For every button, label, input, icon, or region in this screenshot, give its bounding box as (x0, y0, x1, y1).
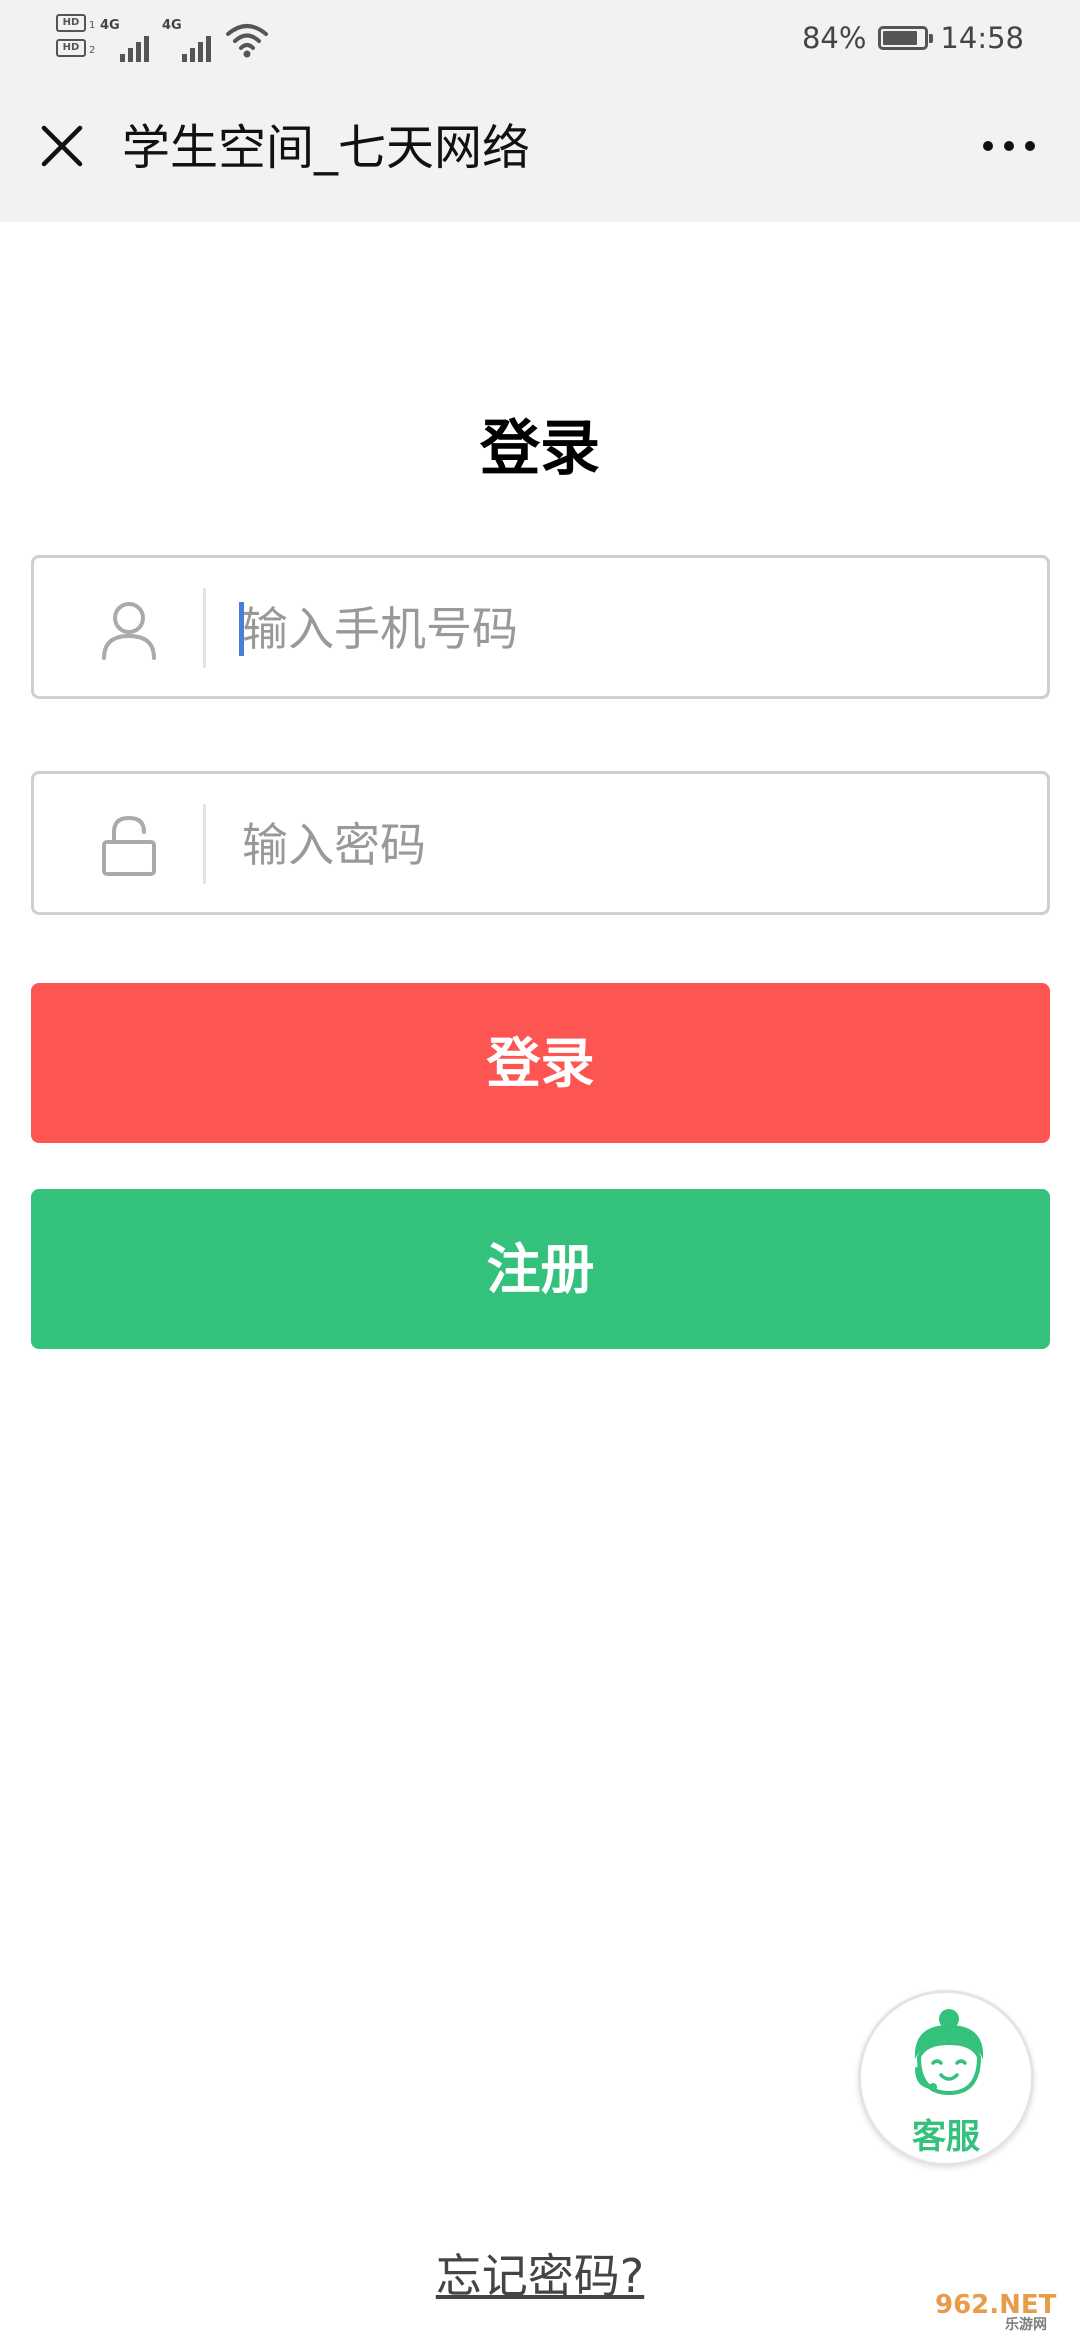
register-button[interactable]: 注册 (31, 1189, 1050, 1349)
login-heading: 登录 (480, 414, 600, 484)
field-divider (203, 588, 206, 668)
lock-icon (102, 815, 156, 876)
hd-badge-1: HD (56, 14, 86, 32)
customer-service-label: 客服 (912, 2117, 980, 2157)
phone-input[interactable] (240, 588, 1024, 670)
text-caret (239, 602, 244, 656)
hd-badge-2: HD (56, 39, 86, 57)
wifi-icon (226, 24, 268, 58)
hd-sub-2: 2 (89, 45, 96, 56)
battery-percent: 84% (801, 21, 867, 55)
clock: 14:58 (940, 21, 1024, 55)
user-icon (102, 602, 156, 660)
customer-service-button[interactable]: 客服 (858, 1990, 1034, 2166)
login-button[interactable]: 登录 (31, 983, 1050, 1143)
password-field[interactable] (31, 771, 1050, 915)
battery-fill (883, 31, 918, 45)
password-input[interactable] (240, 804, 1024, 886)
site-watermark: 962.NET 乐游网 (935, 2290, 1075, 2336)
phone-field[interactable] (31, 555, 1050, 699)
watermark-sub: 乐游网 (1005, 2317, 1047, 2333)
signal-icon (120, 36, 149, 62)
customer-service-icon (914, 2009, 984, 2096)
battery-icon (878, 26, 934, 50)
page-title: 学生空间_七天网络 (122, 120, 531, 176)
more-icon[interactable] (974, 114, 1044, 178)
status-right: 84% 14:58 (802, 18, 1024, 58)
network-type-1: 4G (100, 18, 120, 33)
network-type-2: 4G (162, 18, 182, 33)
hd-sub-1: 1 (89, 20, 96, 31)
close-icon[interactable] (30, 114, 94, 178)
status-bar: HD HD 1 2 4G 4G 84% 14:58 (0, 0, 1080, 74)
forgot-password-link[interactable]: 忘记密码? (0, 2240, 1080, 2306)
signal-icon-2 (182, 36, 211, 62)
field-divider (203, 804, 206, 884)
webview-header: 学生空间_七天网络 (0, 74, 1080, 222)
